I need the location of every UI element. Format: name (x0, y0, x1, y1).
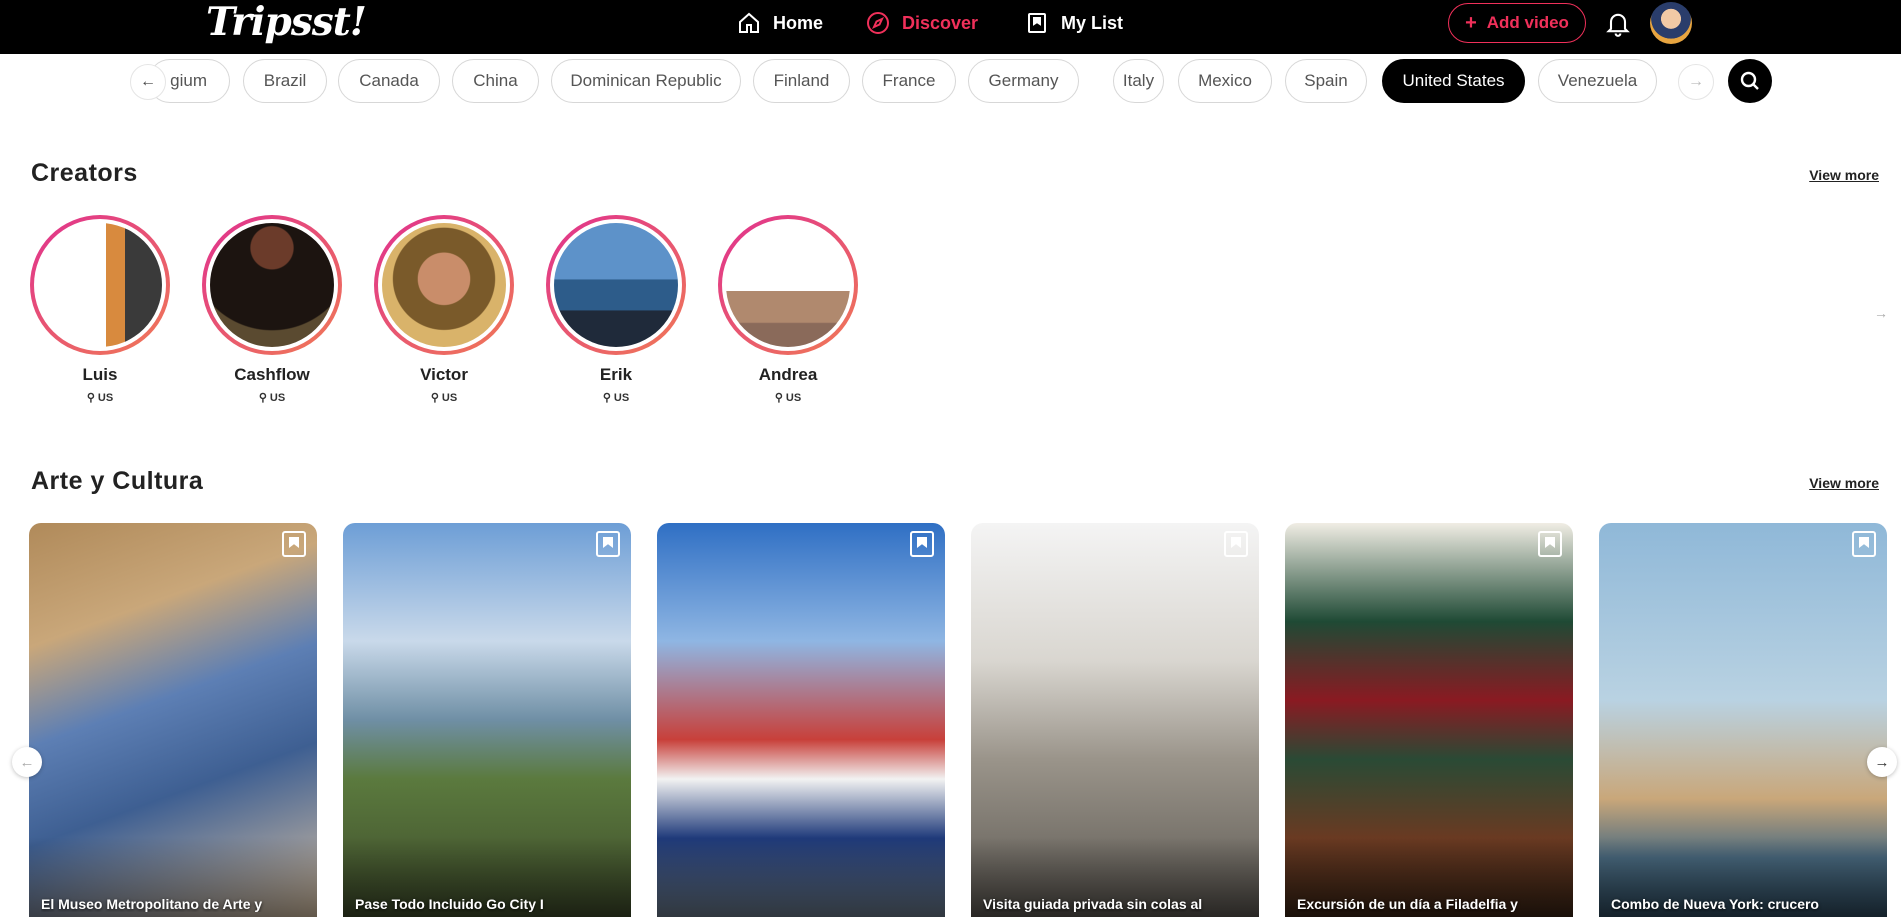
creator-location: ⚲ US (86, 391, 114, 405)
bookmark-list-icon (1028, 13, 1046, 33)
location-pin-icon: ⚲ (258, 392, 267, 404)
bookmark-icon[interactable] (907, 529, 937, 559)
location-pin-icon: ⚲ (602, 392, 611, 404)
creator-location: ⚲ US (774, 391, 802, 405)
country-filter-bar: gium ← Brazil Canada China Dominican Rep… (0, 58, 1901, 104)
compass-icon (867, 12, 889, 34)
arrow-right-icon[interactable]: → (1678, 64, 1714, 100)
nav-discover[interactable]: Discover (866, 10, 978, 36)
cards-next-arrow-icon[interactable]: → (1867, 747, 1897, 777)
country-pill[interactable]: Mexico (1178, 59, 1272, 103)
bookmark-icon[interactable] (1221, 529, 1251, 559)
country-pill[interactable]: Venezuela (1538, 59, 1657, 103)
creator-avatar-ring (374, 215, 514, 355)
top-nav-bar: Tripsst! Home Discover My List + Add vid… (0, 0, 1901, 54)
creator-photo (554, 223, 678, 347)
arte-cultura-view-more-link[interactable]: View more (1809, 475, 1879, 491)
cards-prev-arrow-icon[interactable]: ← (12, 747, 42, 777)
location-pin-icon: ⚲ (774, 392, 783, 404)
user-avatar[interactable] (1650, 2, 1692, 44)
card-title: El Museo Metropolitano de Arte y (41, 896, 263, 912)
card-title: Excursión de un día a Filadelfia y (1297, 896, 1518, 912)
creator-name: Victor (420, 365, 468, 384)
nav-my-list[interactable]: My List (1025, 10, 1123, 36)
search-button[interactable] (1728, 59, 1772, 103)
card-title: Combo de Nueva York: crucero (1611, 896, 1819, 912)
creator-avatar-ring (718, 215, 858, 355)
creator-photo (382, 223, 506, 347)
country-pill[interactable]: Canada (338, 59, 440, 103)
nav-home[interactable]: Home (737, 10, 823, 36)
creator-card[interactable]: Erik ⚲ US (546, 215, 686, 404)
arrow-left-icon[interactable]: ← (130, 64, 166, 100)
country-pill[interactable]: France (862, 59, 956, 103)
creator-avatar-ring (202, 215, 342, 355)
country-pill[interactable]: Germany (968, 59, 1079, 103)
home-icon (739, 12, 759, 33)
add-video-button[interactable]: + Add video (1448, 3, 1586, 43)
creator-photo (726, 223, 850, 347)
nav-my-list-label: My List (1061, 12, 1124, 33)
bookmark-icon[interactable] (1849, 529, 1879, 559)
creator-photo (210, 223, 334, 347)
creator-name: Cashflow (234, 365, 310, 384)
country-pill[interactable]: Brazil (243, 59, 327, 103)
creator-card[interactable]: Andrea ⚲ US (718, 215, 858, 404)
country-pill[interactable]: Finland (753, 59, 850, 103)
card-title: Pase Todo Incluido Go City I (355, 896, 544, 912)
creator-avatar-ring (546, 215, 686, 355)
experience-card[interactable]: Visita guiada privada sin colas al (971, 523, 1259, 917)
country-pill[interactable]: China (452, 59, 539, 103)
bookmark-icon[interactable] (1535, 529, 1565, 559)
add-video-label: Add video (1486, 13, 1569, 32)
card-title: Visita guiada privada sin colas al (983, 896, 1203, 912)
nav-home-label: Home (773, 12, 824, 33)
creator-card[interactable]: Victor ⚲ US (374, 215, 514, 404)
experience-card[interactable] (657, 523, 945, 917)
creator-name: Andrea (758, 365, 818, 384)
creator-photo (38, 223, 162, 347)
bookmark-icon[interactable] (593, 529, 623, 559)
location-pin-icon: ⚲ (430, 392, 439, 404)
experience-card[interactable]: El Museo Metropolitano de Arte y (29, 523, 317, 917)
creator-card[interactable]: Luis ⚲ US (30, 215, 170, 404)
bell-icon[interactable] (1604, 9, 1632, 37)
creator-location: ⚲ US (258, 391, 286, 405)
experience-card[interactable]: Pase Todo Incluido Go City I (343, 523, 631, 917)
experience-card[interactable]: Combo de Nueva York: crucero (1599, 523, 1887, 917)
country-pill[interactable]: Italy (1113, 59, 1164, 103)
creator-name: Erik (599, 365, 633, 384)
location-pin-icon: ⚲ (86, 392, 95, 404)
creators-next-arrow-icon[interactable]: → (1868, 300, 1894, 326)
experience-card[interactable]: Excursión de un día a Filadelfia y (1285, 523, 1573, 917)
creator-location: ⚲ US (430, 391, 458, 405)
creators-heading: Creators (31, 159, 138, 187)
search-icon (1740, 71, 1759, 90)
country-pill[interactable]: Dominican Republic (551, 59, 741, 103)
creator-avatar-ring (30, 215, 170, 355)
country-pill-selected[interactable]: United States (1382, 59, 1525, 103)
bookmark-icon[interactable] (279, 529, 309, 559)
arte-cultura-heading: Arte y Cultura (31, 467, 204, 495)
nav-discover-label: Discover (902, 12, 979, 33)
creator-card[interactable]: Cashflow ⚲ US (202, 215, 342, 404)
country-pill[interactable]: Spain (1285, 59, 1367, 103)
plus-icon: + (1465, 12, 1477, 34)
creator-location: ⚲ US (602, 391, 630, 405)
creators-view-more-link[interactable]: View more (1809, 167, 1879, 183)
logo[interactable]: Tripsst! (206, 0, 367, 46)
creator-name: Luis (82, 365, 118, 384)
